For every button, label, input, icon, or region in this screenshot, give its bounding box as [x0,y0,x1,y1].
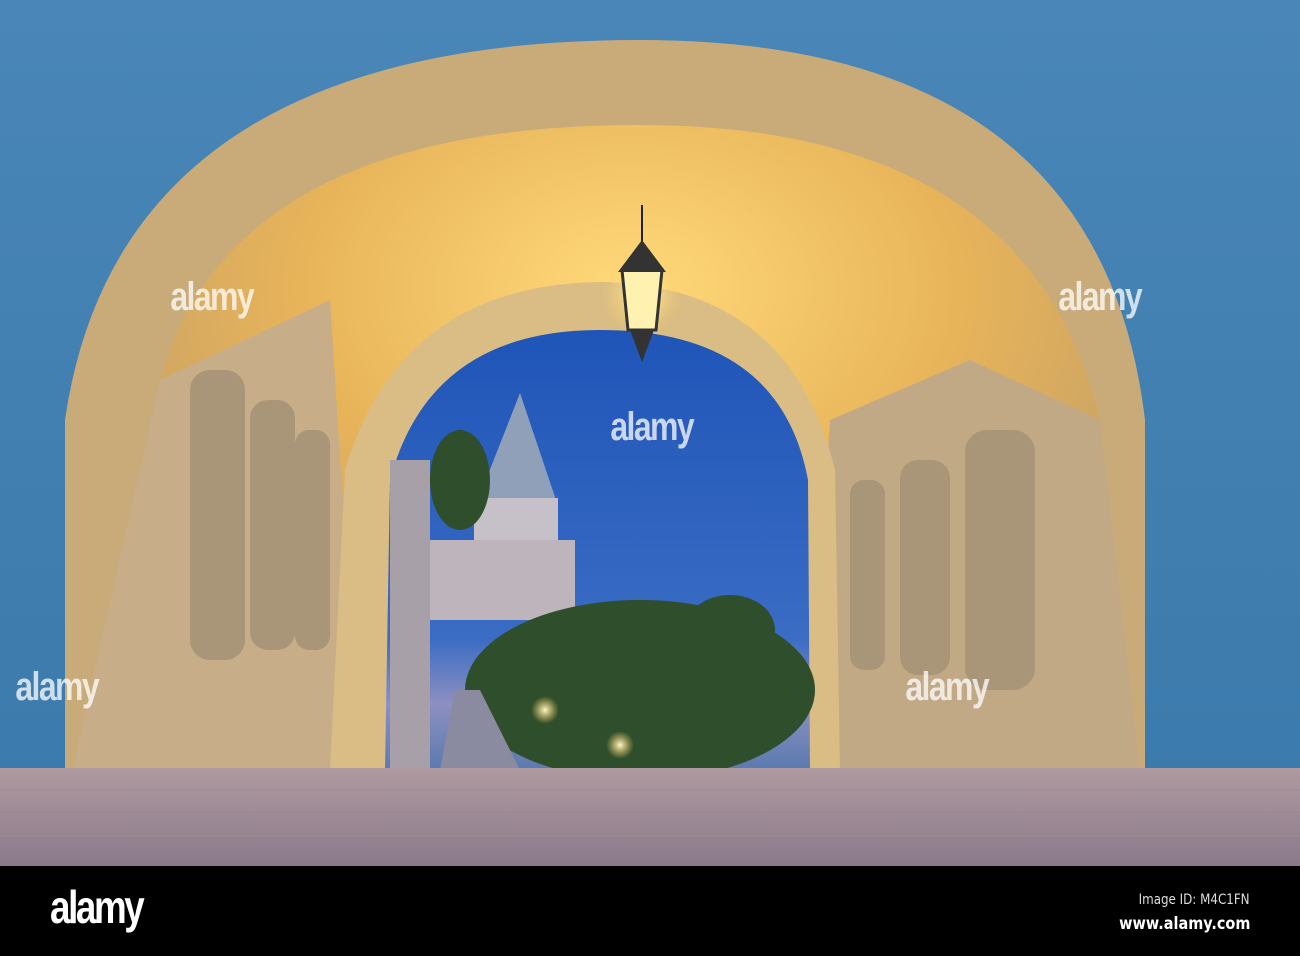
watermark: alamy [1058,275,1142,319]
alamy-logo: alamy [50,881,145,933]
street-light [606,731,634,759]
stock-photo: alamy alamy alamy alamy alamy alamy Imag… [0,0,1300,956]
watermark: alamy [15,665,99,709]
image-id: Image ID: M4C1FN [1139,892,1250,908]
watermark: alamy [905,665,989,709]
watermark: alamy [610,405,694,449]
watermark: alamy [170,275,254,319]
website-link[interactable]: www.alamy.com [1119,914,1250,934]
street-light [531,696,559,724]
stone-floor [0,768,1300,866]
footer-bar: alamy Image ID: M4C1FN www.alamy.com [0,866,1300,956]
